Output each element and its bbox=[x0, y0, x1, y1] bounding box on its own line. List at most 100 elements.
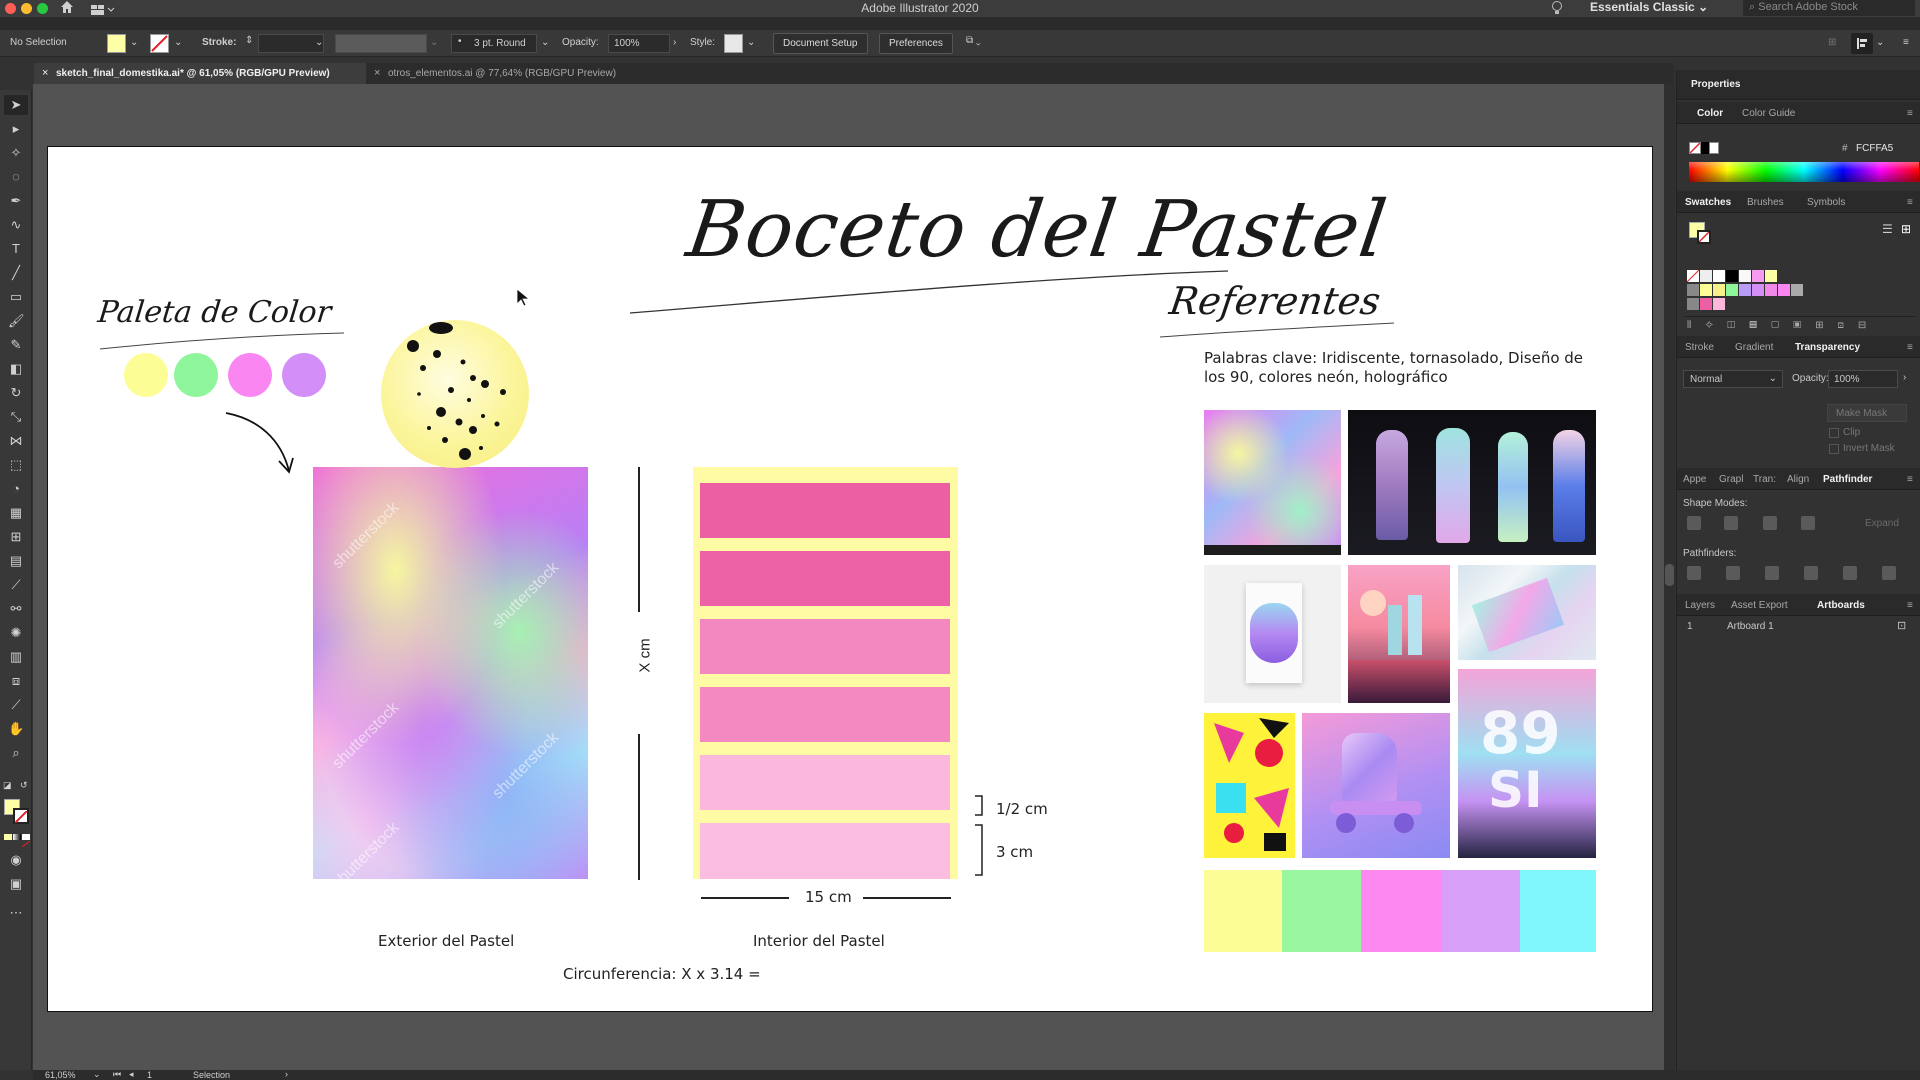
opacity-arrow-icon[interactable]: › bbox=[1903, 372, 1906, 383]
previous-artboard-icon[interactable]: ◂ bbox=[129, 1069, 134, 1080]
swatch[interactable] bbox=[1726, 284, 1738, 296]
artboard-options-icon[interactable]: ⊡ bbox=[1897, 619, 1906, 632]
unite-icon[interactable] bbox=[1687, 516, 1701, 530]
swatch[interactable] bbox=[1700, 298, 1712, 310]
none-mode-icon[interactable] bbox=[21, 834, 31, 848]
properties-tab[interactable]: Properties bbox=[1691, 79, 1740, 90]
zoom-dropdown-icon[interactable]: ⌄ bbox=[93, 1069, 101, 1080]
swatch[interactable] bbox=[1713, 298, 1725, 310]
opacity-input[interactable]: 100% bbox=[608, 34, 670, 53]
swatch[interactable] bbox=[1739, 270, 1751, 282]
panel-menu-icon[interactable]: ≡ bbox=[1907, 108, 1913, 119]
black-color-icon[interactable] bbox=[1701, 142, 1709, 154]
transform-tab[interactable]: Tran: bbox=[1753, 474, 1776, 485]
profile-dropdown-icon[interactable]: ⌄ bbox=[430, 37, 438, 48]
stroke-weight-stepper[interactable]: ⇕ bbox=[245, 35, 253, 46]
type-tool-icon[interactable]: T bbox=[8, 241, 24, 257]
swatch[interactable] bbox=[1726, 270, 1738, 282]
pathfinder-tab[interactable]: Pathfinder bbox=[1823, 474, 1872, 485]
curvature-tool-icon[interactable]: ∿ bbox=[8, 217, 24, 233]
cake-exterior-image[interactable]: shutterstock shutterstock shutterstock s… bbox=[313, 467, 588, 892]
arrange-icon[interactable]: ⧉ ⌄ bbox=[966, 35, 981, 46]
artboard-number[interactable]: 1 bbox=[147, 1070, 152, 1080]
artboard-list-row[interactable]: 1 Artboard 1 ⊡ bbox=[1677, 618, 1920, 636]
expand-button[interactable]: Expand bbox=[1865, 518, 1899, 529]
artboard-tool-icon[interactable]: ⧈ bbox=[8, 673, 24, 689]
swap-colors-icon[interactable]: ↺ bbox=[20, 780, 28, 791]
reference-image-foil-cards[interactable] bbox=[1458, 565, 1596, 660]
hand-tool-icon[interactable]: ✋ bbox=[8, 721, 24, 737]
hex-value[interactable]: FCFFA5 bbox=[1856, 143, 1893, 154]
clip-checkbox[interactable] bbox=[1829, 428, 1839, 438]
cake-topping-circle[interactable] bbox=[381, 320, 529, 468]
vertical-scrollbar[interactable] bbox=[1664, 84, 1675, 1070]
panel-menu-icon[interactable]: ≡ bbox=[1907, 342, 1913, 353]
color-tab[interactable]: Color bbox=[1697, 108, 1723, 119]
panel-toggle-icon[interactable] bbox=[1851, 33, 1873, 54]
exclude-icon[interactable] bbox=[1801, 516, 1815, 530]
minus-front-icon[interactable] bbox=[1724, 516, 1738, 530]
stroke-color-box[interactable] bbox=[13, 808, 29, 824]
workspace-switcher[interactable]: Essentials Classic ⌄ bbox=[1590, 0, 1708, 14]
reference-image-memphis-pattern[interactable] bbox=[1204, 713, 1295, 858]
mesh-tool-icon[interactable]: ⊞ bbox=[8, 529, 24, 545]
reference-image-holographic-swirl[interactable] bbox=[1204, 410, 1341, 555]
selection-tool-icon[interactable]: ➤ bbox=[8, 97, 24, 113]
column-graph-tool-icon[interactable]: ▥ bbox=[8, 649, 24, 665]
symbols-tab[interactable]: Symbols bbox=[1807, 197, 1845, 208]
panel-toggle-dropdown-icon[interactable]: ⌄ bbox=[1876, 37, 1884, 48]
appearance-tab[interactable]: Appe bbox=[1683, 474, 1706, 485]
pen-tool-icon[interactable]: ✒ bbox=[8, 193, 24, 209]
swatch[interactable] bbox=[1713, 270, 1725, 282]
panel-menu-icon[interactable]: ≡ bbox=[1907, 600, 1913, 611]
swatch-actions-icons[interactable]: ⫴✧◫▤▢▣⊞⊡⊟ bbox=[1687, 320, 1880, 331]
list-view-icon[interactable]: ☰ bbox=[1882, 222, 1893, 236]
reference-image-runway-models[interactable] bbox=[1348, 410, 1596, 555]
outline-icon[interactable] bbox=[1843, 566, 1857, 580]
grid-view-icon[interactable]: ⊞ bbox=[1901, 222, 1911, 236]
document-tab-sketch-final[interactable]: × sketch_final_domestika.ai* @ 61,05% (R… bbox=[34, 63, 366, 84]
default-colors-icon[interactable]: ◪ bbox=[3, 780, 12, 791]
panel-menu-icon[interactable]: ≡ bbox=[1907, 197, 1913, 208]
transparency-tab[interactable]: Transparency bbox=[1795, 342, 1860, 353]
symbol-sprayer-tool-icon[interactable]: ✺ bbox=[8, 625, 24, 641]
fill-dropdown-icon[interactable]: ⌄ bbox=[130, 37, 138, 48]
gradient-mode-icon[interactable] bbox=[13, 834, 21, 840]
paintbrush-tool-icon[interactable]: 🖌 bbox=[8, 313, 25, 329]
close-tab-icon[interactable]: × bbox=[42, 67, 48, 79]
variable-width-profile[interactable] bbox=[335, 34, 427, 53]
crop-icon[interactable] bbox=[1804, 566, 1818, 580]
brush-dropdown-icon[interactable]: ⌄ bbox=[541, 37, 549, 48]
swatch-stroke-box[interactable] bbox=[1697, 230, 1711, 244]
layers-tab[interactable]: Layers bbox=[1685, 600, 1715, 611]
reference-image-poster-drop[interactable] bbox=[1204, 565, 1341, 703]
swatch[interactable] bbox=[1765, 284, 1777, 296]
document-tab-otros-elementos[interactable]: × otros_elementos.ai @ 77,64% (RGB/GPU P… bbox=[366, 63, 686, 84]
brushes-tab[interactable]: Brushes bbox=[1747, 197, 1784, 208]
eyedropper-tool-icon[interactable]: ⟋ bbox=[8, 577, 24, 593]
panel-menu-icon[interactable]: ≡ bbox=[1907, 474, 1913, 485]
draw-mode-icon[interactable]: ◉ bbox=[8, 852, 24, 868]
reference-image-landscape[interactable] bbox=[1348, 565, 1450, 703]
shaper-tool-icon[interactable]: ✎ bbox=[8, 337, 24, 353]
color-spectrum[interactable] bbox=[1689, 162, 1919, 182]
perspective-grid-tool-icon[interactable]: ▦ bbox=[8, 505, 24, 521]
asset-export-tab[interactable]: Asset Export bbox=[1731, 600, 1788, 611]
reference-image-roller-skate[interactable] bbox=[1302, 713, 1450, 858]
trim-icon[interactable] bbox=[1726, 566, 1740, 580]
edit-toolbar-icon[interactable]: ⋯ bbox=[8, 905, 24, 921]
color-mode-icon[interactable] bbox=[4, 834, 12, 840]
make-mask-button[interactable]: Make Mask bbox=[1827, 404, 1907, 422]
intersect-icon[interactable] bbox=[1763, 516, 1777, 530]
swatch[interactable] bbox=[1700, 270, 1712, 282]
opacity-arrow-icon[interactable]: › bbox=[673, 37, 676, 48]
stroke-weight-dropdown-icon[interactable]: ⌄ bbox=[315, 37, 323, 48]
swatch[interactable] bbox=[1778, 284, 1790, 296]
eraser-tool-icon[interactable]: ◧ bbox=[8, 361, 24, 377]
blend-mode-select[interactable]: Normal ⌄ bbox=[1683, 370, 1783, 388]
reference-image-89-poster[interactable]: 89 SI bbox=[1458, 669, 1596, 858]
line-tool-icon[interactable]: ╱ bbox=[8, 265, 24, 281]
close-tab-icon[interactable]: × bbox=[374, 67, 380, 79]
blend-tool-icon[interactable]: ⚯ bbox=[8, 601, 24, 617]
cake-interior-frame[interactable] bbox=[693, 467, 958, 879]
